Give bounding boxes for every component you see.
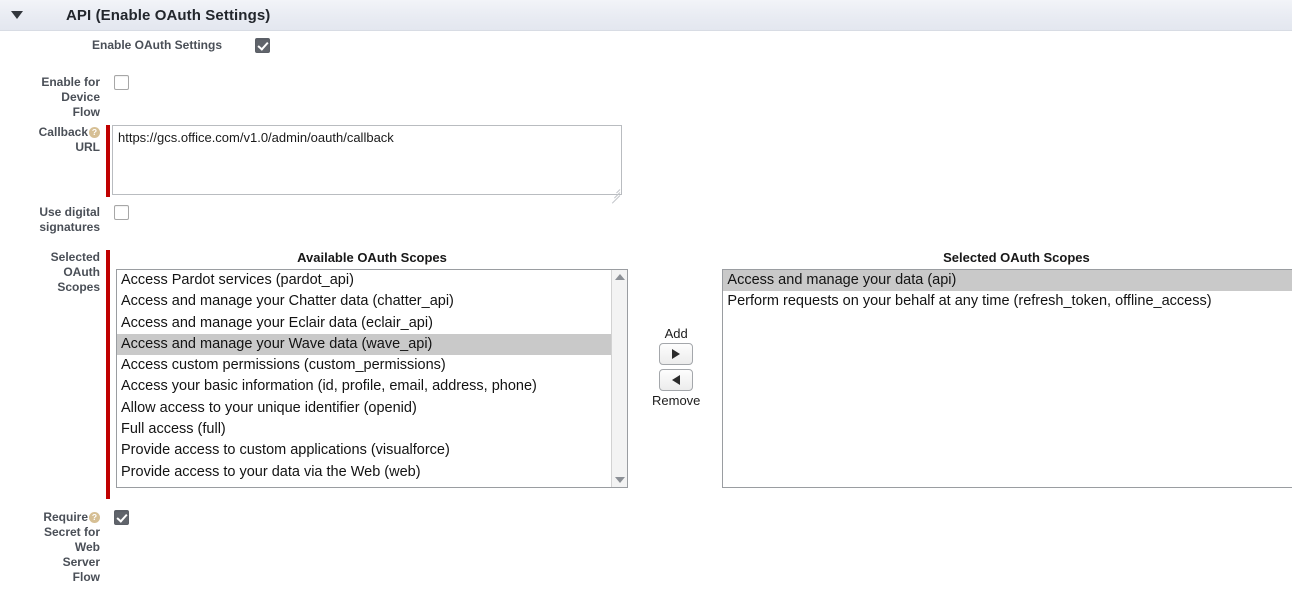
enable-oauth-label: Enable OAuth Settings [91,38,222,52]
field-row-callback-url: Callback? URL [0,125,622,204]
add-button-label: Add [664,326,688,341]
help-question-icon[interactable]: ? [89,511,100,523]
require-secret-label: Require? Secret for Web Server Flow [43,510,100,584]
section-header: API (Enable OAuth Settings) [0,0,1292,31]
list-item[interactable]: Access and manage your Wave data (wave_a… [117,333,611,356]
available-scopes-listbox[interactable]: Access Pardot services (pardot_api) Acces… [116,269,628,488]
list-item[interactable]: Access and manage your Chatter data (cha… [117,291,611,312]
remove-button[interactable] [659,369,694,391]
require-secret-checkbox[interactable] [114,510,129,525]
available-scopes-header: Available OAuth Scopes [297,250,447,265]
required-field-indicator [106,125,110,197]
available-scopes-scrollbar[interactable] [611,270,627,487]
selected-oauth-scopes-label: Selected OAuth Scopes [50,250,100,294]
scroll-down-arrow-icon[interactable] [614,477,625,483]
field-row-device-flow: Enable for Device Flow [0,75,129,120]
use-digital-signatures-label: Use digital signatures [39,205,100,234]
list-item[interactable]: Provide access to custom applications (v… [117,440,611,461]
callback-url-label-text: Callback [38,125,88,139]
field-row-oauth-scopes: Selected OAuth Scopes Available OAuth Scop… [0,250,1292,499]
callback-url-label: Callback? URL [38,125,100,154]
enable-device-flow-label: Enable for Device Flow [41,75,100,119]
selected-scopes-header: Selected OAuth Scopes [943,250,1090,265]
list-item[interactable]: Access Pardot services (pardot_api) [117,270,611,291]
selected-scopes-panel: Selected OAuth Scopes Access and manage … [722,250,1292,488]
remove-button-label: Remove [652,393,701,408]
field-row-digital-signatures: Use digital signatures [0,205,129,235]
list-item[interactable]: Allow access to your unique identifier (… [117,398,611,419]
list-item[interactable]: Access custom permissions (custom_permis… [117,355,611,376]
section-disclosure-toggle[interactable] [0,11,30,19]
triangle-left-icon [672,375,681,385]
help-question-icon[interactable]: ? [89,126,100,138]
available-scopes-options[interactable]: Access Pardot services (pardot_api) Acces… [117,270,611,487]
selected-scopes-listbox[interactable]: Access and manage your data (api) Perform… [722,269,1292,488]
list-item[interactable]: Access and manage your data (api) [723,270,1292,292]
scroll-up-arrow-icon[interactable] [614,274,625,280]
triangle-down-icon [11,11,23,19]
list-item[interactable]: Access and manage your Eclair data (ecla… [117,313,611,334]
list-item[interactable]: Provide access to your data via the Web … [117,462,611,483]
triangle-right-icon [672,349,681,359]
callback-url-input[interactable] [112,125,622,195]
oauth-settings-page: API (Enable OAuth Settings) Enable OAuth… [0,0,1292,590]
page-title: API (Enable OAuth Settings) [66,6,271,24]
callback-url-input-wrap [112,125,622,204]
require-secret-label-text: Require [43,510,88,524]
list-item[interactable]: Access your basic information (id, profi… [117,376,611,397]
use-digital-signatures-checkbox[interactable] [114,205,129,220]
required-field-indicator [106,250,110,499]
enable-oauth-checkbox[interactable] [255,38,270,53]
enable-device-flow-checkbox[interactable] [114,75,129,90]
list-item[interactable]: Full access (full) [117,419,611,440]
field-row-enable-oauth: Enable OAuth Settings [0,38,270,53]
available-scopes-panel: Available OAuth Scopes Access Pardot ser… [116,250,628,488]
dual-list-controls: Add Remove [652,326,700,408]
list-item[interactable]: Perform requests on your behalf at any t… [723,291,1292,312]
selected-scopes-options[interactable]: Access and manage your data (api) Perform… [723,270,1292,487]
field-row-require-secret: Require? Secret for Web Server Flow [0,510,129,585]
add-button[interactable] [659,343,694,365]
